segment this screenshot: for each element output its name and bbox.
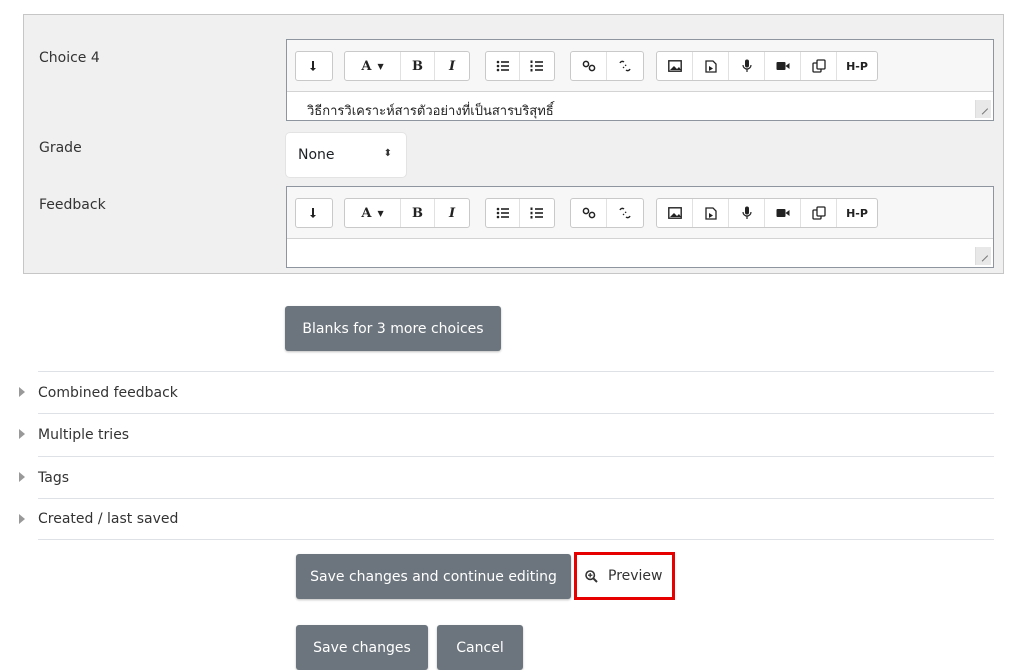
choice-text-area[interactable]: วิธีการวิเคราะห์สารตัวอย่างที่เป็นสารบริ… <box>287 92 993 120</box>
expand-arrow-icon <box>19 429 25 439</box>
media-icon[interactable] <box>693 199 729 227</box>
choice-text: วิธีการวิเคราะห์สารตัวอย่างที่เป็นสารบริ… <box>307 104 554 119</box>
italic-button[interactable]: I <box>435 52 469 80</box>
toolbar-group-media: H-P <box>656 51 878 81</box>
toolbar-group-links <box>570 51 644 81</box>
unlink-icon[interactable] <box>607 199 643 227</box>
feedback-editor[interactable]: A ▼ B I H-P <box>286 186 994 268</box>
manage-files-icon[interactable] <box>801 199 837 227</box>
font-style-label: A <box>361 58 372 74</box>
toolbar-group-media: H-P <box>656 198 878 228</box>
microphone-icon[interactable] <box>729 199 765 227</box>
choice-editor[interactable]: A ▼ B I H-P วิธีการวิเคราะห์สารตัวอย่างท… <box>286 39 994 121</box>
font-style-dropdown[interactable]: A ▼ <box>345 199 401 227</box>
link-icon[interactable] <box>571 52 607 80</box>
toolbar-group-text: A ▼ B I <box>344 51 470 81</box>
video-camera-icon[interactable] <box>765 52 801 80</box>
italic-button[interactable]: I <box>435 199 469 227</box>
preview-link[interactable]: Preview <box>574 552 675 600</box>
select-updown-icon: ⬍ <box>383 148 392 159</box>
show-more-buttons-icon[interactable] <box>296 52 332 80</box>
unordered-list-icon[interactable] <box>486 52 520 80</box>
manage-files-icon[interactable] <box>801 52 837 80</box>
ordered-list-icon[interactable] <box>520 52 554 80</box>
toolbar-group-lists <box>485 198 555 228</box>
section-label: Multiple tries <box>38 426 130 443</box>
show-more-buttons-icon[interactable] <box>296 199 332 227</box>
image-icon[interactable] <box>657 52 693 80</box>
image-icon[interactable] <box>657 199 693 227</box>
toolbar-group-lists <box>485 51 555 81</box>
expand-arrow-icon <box>19 472 25 482</box>
h5p-button[interactable]: H-P <box>837 199 877 227</box>
resize-handle-icon[interactable] <box>975 100 991 118</box>
section-label: Tags <box>38 469 69 486</box>
link-icon[interactable] <box>571 199 607 227</box>
answer-choice-panel: Choice 4 A ▼ B I H-P วิธีการวิเคราะห์สาร… <box>23 14 1004 274</box>
section-label: Combined feedback <box>38 384 178 401</box>
preview-label: Preview <box>608 568 663 584</box>
grade-label: Grade <box>39 140 82 156</box>
save-and-continue-button[interactable]: Save changes and continue editing <box>296 554 571 599</box>
feedback-label: Feedback <box>39 197 106 213</box>
toolbar-group-text: A ▼ B I <box>344 198 470 228</box>
zoom-in-icon <box>585 569 598 583</box>
bold-button[interactable]: B <box>401 199 435 227</box>
save-changes-button[interactable]: Save changes <box>296 625 428 670</box>
bold-button[interactable]: B <box>401 52 435 80</box>
video-camera-icon[interactable] <box>765 199 801 227</box>
ordered-list-icon[interactable] <box>520 199 554 227</box>
toolbar-group-links <box>570 198 644 228</box>
microphone-icon[interactable] <box>729 52 765 80</box>
resize-handle-icon[interactable] <box>975 247 991 265</box>
section-label: Created / last saved <box>38 511 179 527</box>
expand-arrow-icon <box>19 514 25 524</box>
choice-label: Choice 4 <box>39 50 100 66</box>
cancel-button[interactable]: Cancel <box>437 625 523 670</box>
blanks-for-more-choices-button[interactable]: Blanks for 3 more choices <box>285 306 501 351</box>
feedback-editor-toolbar: A ▼ B I H-P <box>287 187 993 239</box>
section-combined-feedback[interactable]: Combined feedback <box>19 371 994 413</box>
expand-arrow-icon <box>19 387 25 397</box>
section-tags[interactable]: Tags <box>19 456 994 498</box>
grade-selected-value: None <box>298 147 335 163</box>
unordered-list-icon[interactable] <box>486 199 520 227</box>
caret-down-icon: ▼ <box>377 208 384 218</box>
grade-select[interactable]: None ⬍ <box>286 133 406 177</box>
unlink-icon[interactable] <box>607 52 643 80</box>
toolbar-group-collapse <box>295 51 333 81</box>
section-multiple-tries[interactable]: Multiple tries <box>19 413 994 455</box>
caret-down-icon: ▼ <box>377 61 384 71</box>
choice-editor-toolbar: A ▼ B I H-P <box>287 40 993 92</box>
feedback-text-area[interactable] <box>287 239 993 267</box>
toolbar-group-collapse <box>295 198 333 228</box>
h5p-button[interactable]: H-P <box>837 52 877 80</box>
font-style-label: A <box>361 205 372 221</box>
media-icon[interactable] <box>693 52 729 80</box>
font-style-dropdown[interactable]: A ▼ <box>345 52 401 80</box>
section-created-last-saved[interactable]: Created / last saved <box>19 498 994 540</box>
